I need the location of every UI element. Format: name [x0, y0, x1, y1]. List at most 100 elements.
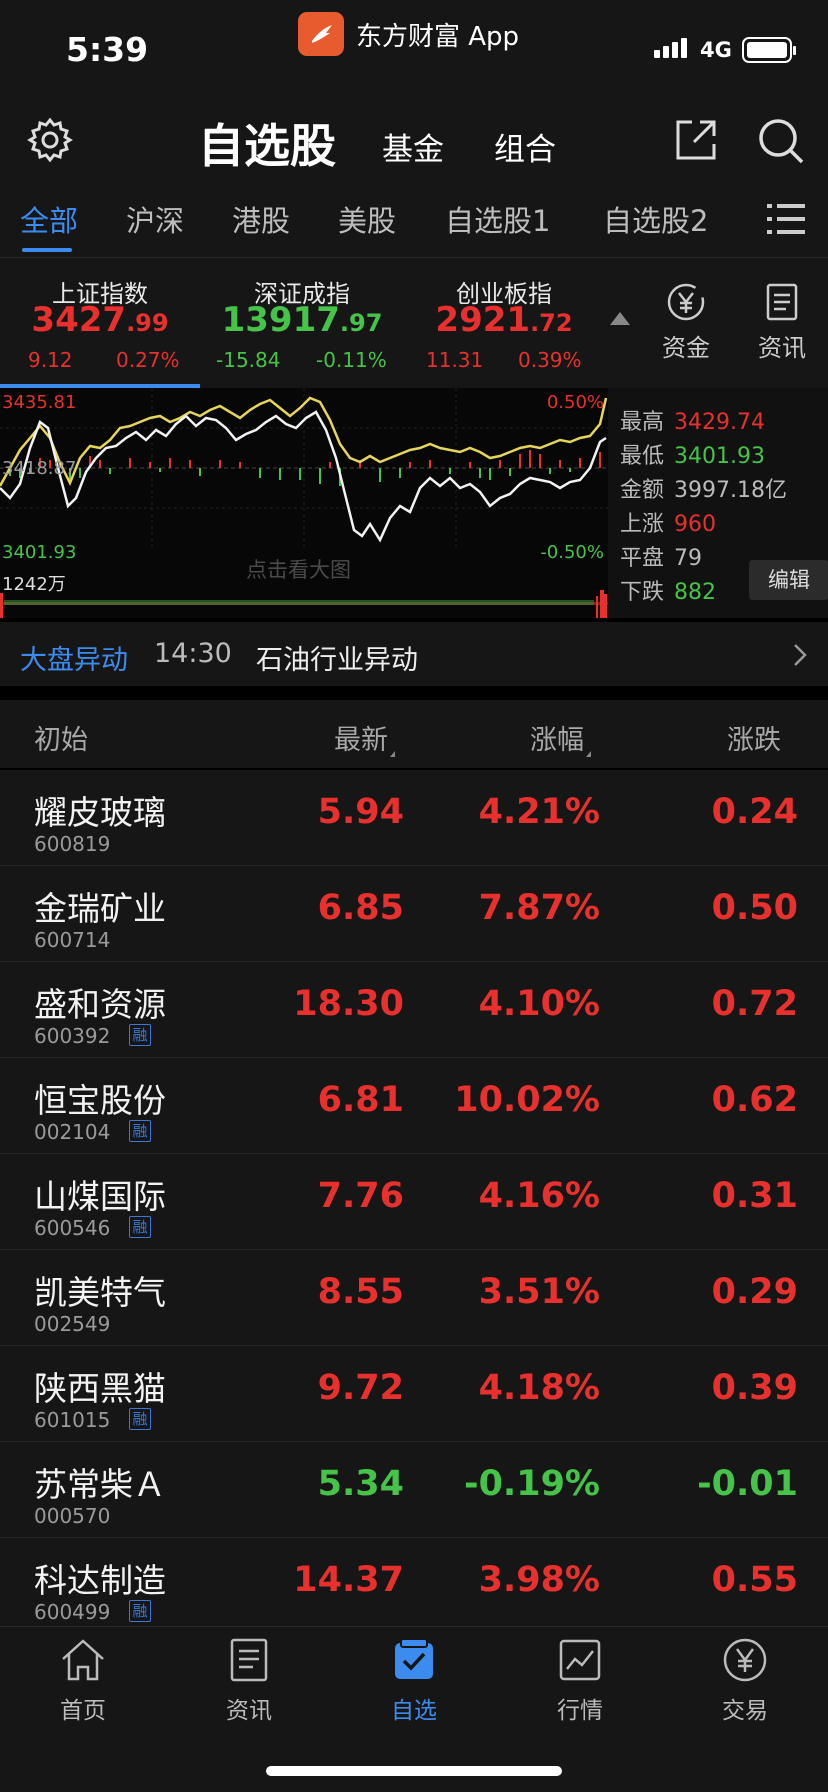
tab-active-indicator	[22, 248, 72, 252]
trade-icon	[723, 1638, 767, 1682]
stock-name: 盛和资源	[34, 985, 166, 1024]
stock-pct: 4.10%	[478, 984, 600, 1024]
nav-news-label: 资讯	[226, 1698, 272, 1724]
table-row[interactable]: 苏常柴Ａ 000570 5.34 -0.19% -0.01	[0, 1442, 828, 1538]
table-header: 初始 最新 涨幅 涨跌	[0, 700, 828, 768]
chart-volume-label: 1242万	[2, 574, 66, 595]
nav-watchlist[interactable]: 自选	[354, 1637, 474, 1725]
table-row[interactable]: 金瑞矿业 600714 6.85 7.87% 0.50	[0, 866, 828, 962]
header: 自选股 基金 组合	[0, 100, 828, 180]
sort-icon	[586, 751, 591, 757]
share-icon[interactable]	[672, 116, 720, 168]
stock-change: 0.31	[711, 1176, 798, 1216]
market-icon	[559, 1639, 601, 1681]
stock-change: 0.55	[711, 1560, 798, 1600]
nav-market[interactable]: 行情	[520, 1637, 640, 1725]
stock-pct: 3.51%	[478, 1272, 600, 1312]
nav-watchlist-label: 自选	[391, 1698, 437, 1724]
stock-change: 0.39	[711, 1368, 798, 1408]
page-title[interactable]: 自选股	[198, 110, 336, 176]
stock-change: 0.50	[711, 888, 798, 928]
tab-hk[interactable]: 港股	[232, 198, 290, 240]
stat-flat: 平盘 79	[620, 546, 703, 571]
menu-icon[interactable]	[767, 202, 805, 240]
stock-change: 0.62	[711, 1080, 798, 1120]
chart-mid-label: 3418.87	[2, 458, 77, 479]
chart-low-label: 3401.93	[2, 542, 77, 563]
stock-pct: 4.18%	[478, 1368, 600, 1408]
tab-all[interactable]: 全部	[20, 198, 78, 240]
yuan-circle-icon	[667, 283, 705, 321]
stock-code: 002549	[34, 1312, 111, 1336]
stock-pct: 4.16%	[478, 1176, 600, 1216]
chart-hint: 点击看大图	[246, 558, 351, 582]
stock-price: 6.81	[317, 1080, 404, 1120]
col-latest-header[interactable]: 最新	[334, 718, 395, 757]
tab-portfolio[interactable]: 组合	[494, 124, 556, 169]
tab-custom-2[interactable]: 自选股2	[603, 198, 708, 240]
nav-home[interactable]: 首页	[23, 1637, 143, 1725]
index-line-white	[0, 410, 607, 543]
table-row[interactable]: 科达制造 600499 融 14.37 3.98% 0.55	[0, 1538, 828, 1634]
funds-button[interactable]: 资金	[646, 282, 726, 363]
news-button[interactable]: 资讯	[742, 282, 822, 363]
intraday-chart[interactable]: 3435.81 3418.87 3401.93 0.50% -0.50% 124…	[0, 388, 608, 618]
sort-icon	[390, 751, 395, 757]
stock-name: 恒宝股份	[34, 1081, 166, 1120]
table-row[interactable]: 耀皮玻璃 600819 5.94 4.21% 0.24	[0, 770, 828, 866]
search-icon[interactable]	[756, 116, 806, 170]
index-strip: 上证指数 3427.99 9.12 0.27% 深证成指 13917.97 -1…	[0, 258, 828, 388]
edit-button[interactable]: 编辑	[749, 560, 828, 600]
alert-tag: 大盘异动	[20, 645, 128, 676]
stock-code: 002104	[34, 1120, 111, 1144]
stock-price: 5.94	[317, 792, 404, 832]
table-row[interactable]: 凯美特气 002549 8.55 3.51% 0.29	[0, 1250, 828, 1346]
stat-high: 最高 3429.74	[620, 410, 765, 435]
collapse-caret-icon[interactable]	[610, 312, 630, 325]
watchlist-table: 耀皮玻璃 600819 5.94 4.21% 0.24 金瑞矿业 600714 6.85 7.8…	[0, 770, 828, 1634]
col-pct-header[interactable]: 涨幅	[530, 718, 591, 757]
market-alert-bar[interactable]: 大盘异动 14:30 石油行业异动	[0, 622, 828, 686]
stock-code: 600499	[34, 1600, 111, 1624]
table-row[interactable]: 恒宝股份 002104 融 6.81 10.02% 0.62	[0, 1058, 828, 1154]
stock-change: 0.24	[711, 792, 798, 832]
index-pct: 0.39%	[518, 348, 582, 372]
app-label: 东方财富 App	[356, 21, 520, 52]
table-row[interactable]: 山煤国际 600546 融 7.76 4.16% 0.31	[0, 1154, 828, 1250]
tab-custom-1[interactable]: 自选股1	[445, 198, 550, 240]
chevron-right-icon	[792, 642, 808, 672]
table-row[interactable]: 盛和资源 600392 融 18.30 4.10% 0.72	[0, 962, 828, 1058]
stat-up: 上涨 960	[620, 512, 717, 537]
stock-name: 耀皮玻璃	[34, 793, 166, 832]
tab-sh-sz[interactable]: 沪深	[126, 198, 184, 240]
margin-badge: 融	[129, 1024, 151, 1046]
stock-price: 7.76	[317, 1176, 404, 1216]
col-name-header[interactable]: 初始	[34, 718, 88, 757]
margin-badge: 融	[129, 1216, 151, 1238]
nav-trade-label: 交易	[722, 1698, 768, 1724]
table-row[interactable]: 陕西黑猫 601015 融 9.72 4.18% 0.39	[0, 1346, 828, 1442]
stock-price: 5.34	[317, 1464, 404, 1504]
chart-high-label: 3435.81	[2, 392, 77, 413]
settings-gear-icon[interactable]	[26, 116, 74, 168]
nav-news[interactable]: 资讯	[189, 1637, 309, 1725]
stock-code: 601015	[34, 1408, 111, 1432]
document-icon	[766, 283, 798, 321]
stock-name: 凯美特气	[34, 1273, 166, 1312]
stock-code: 600546	[34, 1216, 111, 1240]
stock-pct: -0.19%	[464, 1464, 600, 1504]
col-change-header[interactable]: 涨跌	[727, 718, 781, 757]
nav-trade[interactable]: 交易	[685, 1637, 805, 1725]
home-indicator	[266, 1766, 562, 1776]
index-change: -15.84	[216, 348, 281, 372]
stock-price: 14.37	[293, 1560, 404, 1600]
tab-fund[interactable]: 基金	[382, 124, 444, 169]
stock-pct: 7.87%	[478, 888, 600, 928]
stock-name: 陕西黑猫	[34, 1369, 166, 1408]
index-value: 3427.99	[31, 300, 169, 340]
market-stats-panel: 最高 3429.74 最低 3401.93 金额 3997.18亿 上涨 960 平盘 7…	[608, 388, 828, 618]
stock-name: 金瑞矿业	[34, 889, 166, 928]
tab-us[interactable]: 美股	[338, 198, 396, 240]
stat-down: 下跌 882	[620, 580, 717, 605]
alert-time: 14:30	[154, 638, 232, 669]
